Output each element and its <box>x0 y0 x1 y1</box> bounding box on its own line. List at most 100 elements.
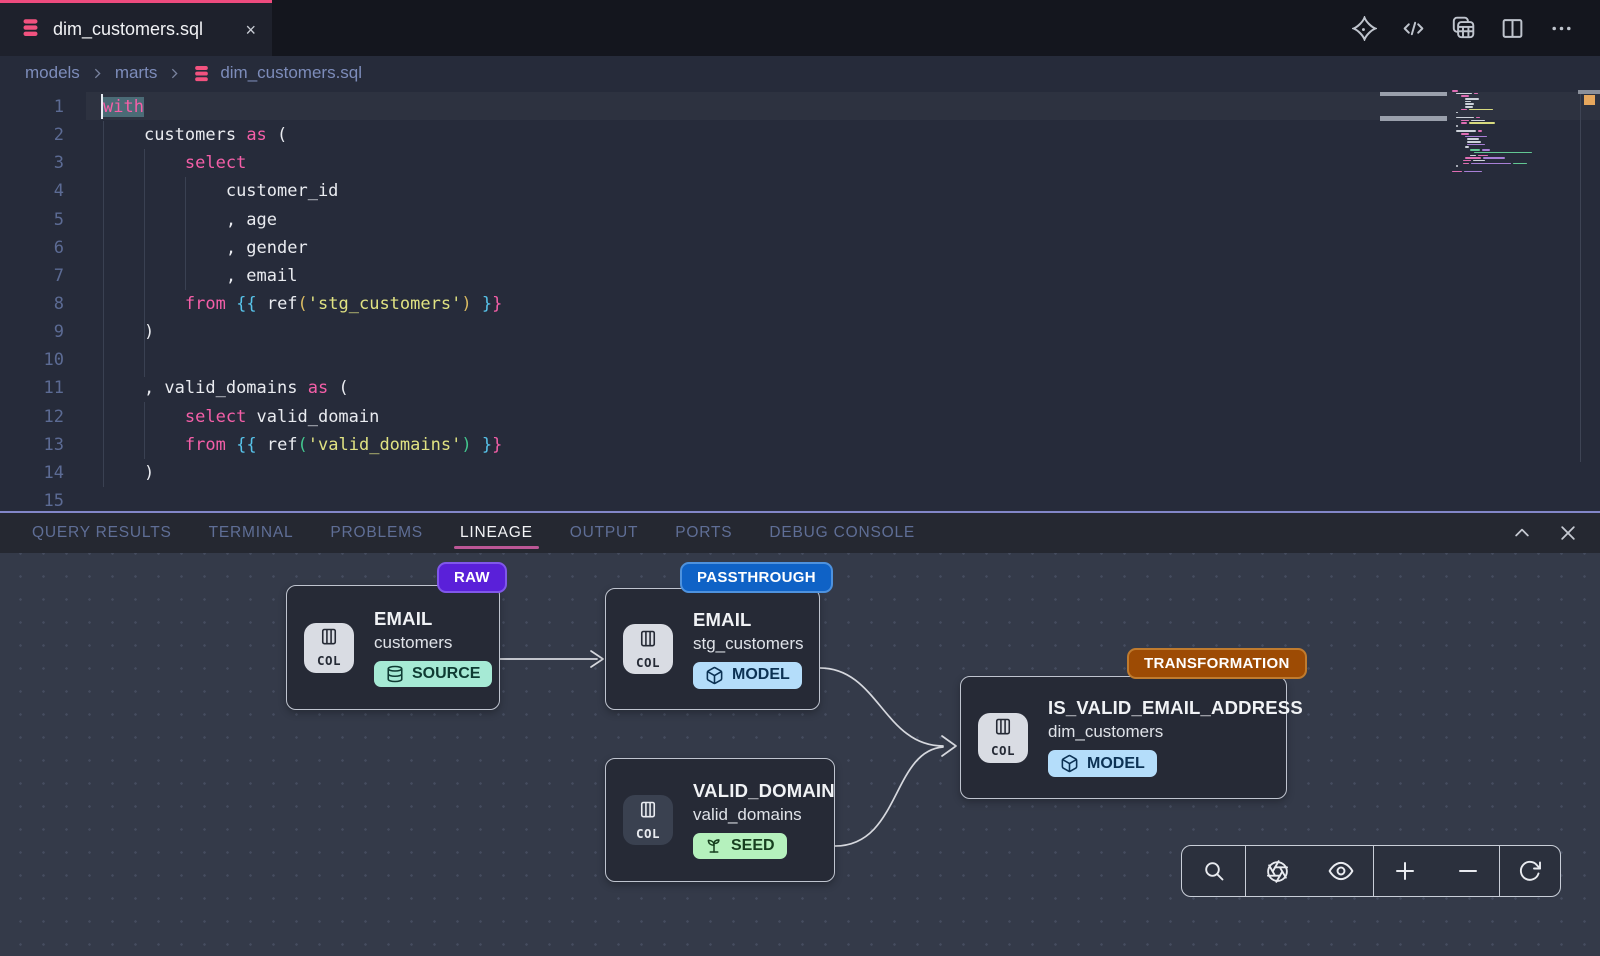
node-column-name: EMAIL <box>374 608 492 630</box>
minimap-line <box>1452 136 1558 138</box>
eye-icon[interactable] <box>1322 858 1360 884</box>
code-text: customer_id <box>64 177 338 205</box>
minimap-line <box>1452 109 1558 111</box>
code-text: select <box>64 149 246 177</box>
editor-tab-bar: dim_customers.sql × <box>0 0 1600 56</box>
refresh-icon[interactable] <box>1512 859 1548 883</box>
dbt-logo-icon[interactable] <box>1352 16 1377 41</box>
panel-tab-ports[interactable]: PORTS <box>675 513 732 553</box>
minimap-line <box>1452 138 1558 140</box>
minimap-line <box>1452 144 1558 146</box>
indent-guide <box>103 121 104 487</box>
cube-icon <box>1060 754 1079 773</box>
code-line: 4 customer_id <box>0 177 1600 205</box>
lineage-node-valid_domains[interactable]: COLVALID_DOMAINvalid_domainsSEED <box>605 758 835 882</box>
code-text: , email <box>64 262 297 290</box>
zoom-out-icon[interactable] <box>1450 859 1486 883</box>
minimap-line <box>1452 128 1558 130</box>
scrollbar-slider[interactable] <box>1578 90 1600 94</box>
code-lines: 1with2 customers as (3 select4 customer_… <box>0 93 1600 511</box>
minimap-line <box>1452 155 1558 157</box>
tab-dim-customers[interactable]: dim_customers.sql × <box>0 0 272 56</box>
split-editor-icon[interactable] <box>1500 16 1525 41</box>
code-text: from {{ ref('stg_customers') }} <box>64 290 502 318</box>
scrollbar-track[interactable] <box>1580 90 1581 462</box>
line-number: 12 <box>0 403 64 431</box>
lineage-node-stg_customers[interactable]: COLEMAILstg_customersMODEL <box>605 588 820 710</box>
line-number: 14 <box>0 459 64 487</box>
chip-label: COL <box>317 653 341 668</box>
code-line: 8 from {{ ref('stg_customers') }} <box>0 290 1600 318</box>
more-icon[interactable] <box>1549 16 1574 41</box>
collapse-panel-icon[interactable] <box>1512 523 1532 543</box>
edge-validdomains-to-dim <box>835 747 943 846</box>
panel-tab-lineage[interactable]: LINEAGE <box>460 513 533 553</box>
indent-guide <box>185 177 186 290</box>
minimap-line <box>1452 103 1558 105</box>
code-editor[interactable]: 1with2 customers as (3 select4 customer_… <box>0 90 1600 511</box>
breadcrumb-file[interactable]: dim_customers.sql <box>220 63 362 83</box>
minimap-selection-mark <box>1380 116 1447 121</box>
code-text: with <box>64 93 144 121</box>
columns-icon <box>638 800 658 825</box>
lineage-pill-passthrough: PASSTHROUGH <box>680 562 833 593</box>
chip-label: COL <box>991 743 1015 758</box>
line-number: 3 <box>0 149 64 177</box>
lineage-node-dim_customers[interactable]: COLIS_VALID_EMAIL_ADDRESSdim_customersMO… <box>960 676 1287 799</box>
lineage-canvas[interactable]: COLEMAILcustomersSOURCERAWCOLEMAILstg_cu… <box>0 553 1600 956</box>
resource-badge-model: MODEL <box>1048 750 1157 777</box>
aperture-icon[interactable] <box>1259 859 1296 884</box>
chip-label: COL <box>636 826 660 841</box>
columns-icon <box>993 717 1013 742</box>
chevron-right-icon <box>168 67 181 80</box>
minimap[interactable] <box>1452 90 1558 173</box>
minimap-line <box>1452 125 1558 127</box>
panel-tab-terminal[interactable]: TERMINAL <box>209 513 294 553</box>
columns-icon <box>319 627 339 652</box>
code-text: , valid_domains as ( <box>64 374 349 402</box>
line-number: 11 <box>0 374 64 402</box>
tab-title: dim_customers.sql <box>53 19 233 40</box>
panel-tab-output[interactable]: OUTPUT <box>570 513 639 553</box>
node-content: EMAILcustomersSOURCE <box>374 608 492 688</box>
line-number: 7 <box>0 262 64 290</box>
breadcrumb-models[interactable]: models <box>25 63 80 83</box>
node-model-name: customers <box>374 633 492 653</box>
line-number: 9 <box>0 318 64 346</box>
panel-tab-query-results[interactable]: QUERY RESULTS <box>32 513 172 553</box>
node-content: EMAILstg_customersMODEL <box>693 609 804 690</box>
close-tab-icon[interactable]: × <box>245 21 256 39</box>
edge-stg-to-dim <box>820 668 943 746</box>
chevron-right-icon <box>91 67 104 80</box>
code-line: 13 from {{ ref('valid_domains') }} <box>0 431 1600 459</box>
minimap-line <box>1452 163 1558 165</box>
breadcrumb-marts[interactable]: marts <box>115 63 158 83</box>
search-icon[interactable] <box>1196 859 1232 883</box>
code-icon[interactable] <box>1401 16 1426 41</box>
sprout-icon <box>705 837 723 855</box>
panel-tab-problems[interactable]: PROBLEMS <box>330 513 423 553</box>
code-text: from {{ ref('valid_domains') }} <box>64 431 502 459</box>
code-text: ) <box>64 459 154 487</box>
code-line: 12 select valid_domain <box>0 403 1600 431</box>
code-line: 10 <box>0 346 1600 374</box>
minimap-line <box>1452 141 1558 143</box>
columns-icon <box>638 629 658 654</box>
column-chip: COL <box>623 795 673 845</box>
code-line: 1with <box>0 93 1600 121</box>
overview-ruler-marker <box>1584 95 1595 105</box>
minimap-line <box>1452 157 1558 159</box>
code-text: ) <box>64 318 154 346</box>
copy-table-icon[interactable] <box>1450 15 1476 41</box>
zoom-in-icon[interactable] <box>1387 859 1423 883</box>
minimap-line <box>1452 101 1558 103</box>
line-number: 6 <box>0 234 64 262</box>
lineage-node-customers[interactable]: COLEMAILcustomersSOURCE <box>286 585 500 710</box>
close-panel-icon[interactable] <box>1558 523 1578 543</box>
minimap-line <box>1452 93 1558 95</box>
minimap-line <box>1452 122 1558 124</box>
node-model-name: valid_domains <box>693 805 835 825</box>
minimap-line <box>1452 171 1558 173</box>
code-line: 9 ) <box>0 318 1600 346</box>
panel-tab-debug-console[interactable]: DEBUG CONSOLE <box>769 513 915 553</box>
